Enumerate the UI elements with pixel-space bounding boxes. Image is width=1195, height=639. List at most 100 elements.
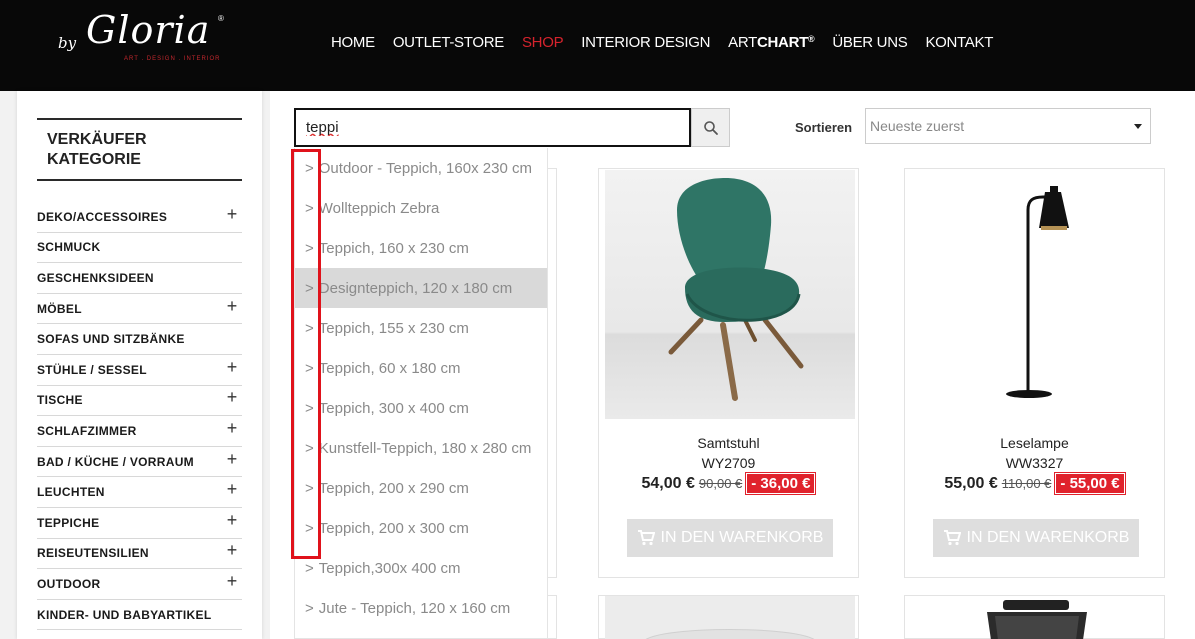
suggestion-label: Wollteppich Zebra	[318, 199, 440, 217]
suggestion-prefix: >	[305, 319, 314, 337]
product-sku: WW3327	[1005, 455, 1064, 471]
add-to-cart-label: IN DEN WARENKORB	[660, 529, 824, 546]
category-item[interactable]: STÜHLE / SESSEL +	[37, 355, 242, 386]
product-name[interactable]: Samtstuhl	[599, 435, 858, 451]
category-label: REISEUTENSILIEN	[37, 546, 149, 561]
suggestion-prefix: >	[305, 239, 314, 257]
suggestion-prefix: >	[305, 279, 314, 297]
suggestion-label: Teppich, 60 x 180 cm	[318, 359, 461, 377]
product-card[interactable]: Samtstuhl WY2709 54,00 € 90,00 € - 36,00…	[598, 168, 859, 578]
suggestion-item[interactable]: > Teppich, 60 x 180 cm	[295, 348, 547, 388]
logo-tagline: ART . DESIGN . INTERIOR	[124, 56, 221, 62]
expand-icon[interactable]: +	[222, 205, 242, 223]
discount-badge: - 55,00 €	[1054, 472, 1126, 495]
chair-image	[668, 178, 804, 401]
category-label: SCHMUCK	[37, 240, 101, 255]
suggestion-item[interactable]: > Teppich, 160 x 230 cm	[295, 228, 547, 268]
nav-ueber-uns[interactable]: ÜBER UNS	[832, 34, 907, 52]
suggestion-item[interactable]: > Teppich, 300 x 400 cm	[295, 388, 547, 428]
suggestion-prefix: >	[305, 399, 314, 417]
suggestion-label: Teppich, 200 x 300 cm	[318, 519, 469, 537]
logo-reg: ®	[218, 14, 224, 23]
add-to-cart-button[interactable]: IN DEN WARENKORB	[627, 519, 833, 557]
category-item[interactable]: DEKO/ACCESSOIRES +	[37, 202, 242, 233]
expand-icon[interactable]: +	[222, 541, 242, 559]
category-title: VERKÄUFER KATEGORIE	[47, 131, 147, 168]
suggestion-item-highlighted[interactable]: > Designteppich, 120 x 180 cm	[295, 268, 547, 308]
expand-icon[interactable]: +	[222, 419, 242, 437]
category-label: DEKO/ACCESSOIRES	[37, 209, 168, 224]
category-item[interactable]: SOFAS UND SITZBÄNKE	[37, 324, 242, 355]
expand-icon[interactable]: +	[222, 388, 242, 406]
nav-shop[interactable]: SHOP	[522, 34, 564, 52]
nav-home[interactable]: HOME	[331, 34, 375, 52]
category-item[interactable]: BAD / KÜCHE / VORRAUM +	[37, 447, 242, 478]
nav-outlet-store[interactable]: OUTLET-STORE	[393, 34, 504, 52]
expand-icon[interactable]: +	[222, 480, 242, 498]
suggestion-label: Designteppich, 120 x 180 cm	[318, 279, 513, 297]
price-row: 55,00 € 110,00 € - 55,00 €	[905, 472, 1164, 495]
search-input[interactable]	[296, 110, 689, 145]
suggestion-prefix: >	[305, 439, 314, 457]
suggestion-item[interactable]: > Wollteppich Zebra	[295, 188, 547, 228]
product-card[interactable]	[598, 595, 859, 639]
expand-icon[interactable]: +	[222, 450, 242, 468]
nav-artchart-a: ART	[728, 34, 757, 51]
price-old: 90,00 €	[698, 476, 743, 491]
search-button[interactable]	[691, 108, 730, 147]
nav-interior-design[interactable]: INTERIOR DESIGN	[581, 34, 710, 52]
category-item[interactable]: GESCHENKSIDEEN	[37, 263, 242, 294]
category-item[interactable]: TISCHE +	[37, 386, 242, 417]
category-item[interactable]: LEUCHTEN +	[37, 477, 242, 508]
suggestion-item[interactable]: > Teppich, 200 x 300 cm	[295, 508, 547, 548]
discount-badge: - 36,00 €	[745, 472, 817, 495]
nav-artchart-sup: ®	[807, 34, 815, 44]
logo[interactable]: by Gloria ® ART . DESIGN . INTERIOR	[52, 8, 232, 70]
suggestion-item[interactable]: > Teppich,300x 400 cm	[295, 548, 547, 588]
category-item[interactable]: OUTDOOR +	[37, 569, 242, 600]
suggestion-label: Teppich, 155 x 230 cm	[318, 319, 469, 337]
product-image-chair[interactable]	[605, 170, 855, 419]
suggestion-label: Jute - Teppich, 120 x 160 cm	[318, 599, 511, 617]
expand-icon[interactable]: +	[222, 572, 242, 590]
category-label: GESCHENKSIDEEN	[37, 270, 154, 285]
category-item[interactable]: REISEUTENSILIEN +	[37, 539, 242, 570]
category-item[interactable]: SCHLAFZIMMER +	[37, 416, 242, 447]
category-item[interactable]: KINDER- UND BABYARTIKEL	[37, 600, 242, 631]
sort-select[interactable]: Neueste zuerst	[865, 108, 1151, 144]
product-card[interactable]	[904, 595, 1165, 639]
cart-icon	[943, 530, 961, 546]
category-item[interactable]: SCHMUCK	[37, 233, 242, 264]
nav-kontakt[interactable]: KONTAKT	[925, 34, 993, 52]
logo-by: by	[58, 34, 77, 52]
add-to-cart-label: IN DEN WARENKORB	[966, 529, 1130, 546]
logo-name: Gloria	[86, 8, 211, 52]
suggestion-prefix: >	[305, 199, 314, 217]
suggestion-item[interactable]: > Kunstfell-Teppich, 180 x 280 cm	[295, 428, 547, 468]
main-nav: HOME OUTLET-STORE SHOP INTERIOR DESIGN A…	[331, 34, 1011, 52]
category-label: BAD / KÜCHE / VORRAUM	[37, 454, 194, 469]
suggestion-item[interactable]: > Jute - Teppich, 120 x 160 cm	[295, 588, 547, 628]
product-card-obscured	[548, 595, 557, 639]
price-current: 54,00 €	[641, 474, 695, 492]
category-label: MÖBEL	[37, 301, 82, 316]
suggestion-item[interactable]: > Teppich, 200 x 290 cm	[295, 468, 547, 508]
product-image-lamp[interactable]	[911, 170, 1161, 419]
category-item[interactable]: MÖBEL +	[37, 294, 242, 325]
expand-icon[interactable]: +	[222, 358, 242, 376]
nav-artchart-b: CHART	[756, 34, 808, 51]
suggestion-item[interactable]: > Outdoor - Teppich, 160x 230 cm	[295, 148, 547, 188]
category-item[interactable]: TEPPICHE +	[37, 508, 242, 539]
expand-icon[interactable]: +	[222, 511, 242, 529]
product-name[interactable]: Leselampe	[905, 435, 1164, 451]
suggestion-prefix: >	[305, 359, 314, 377]
nav-artchart[interactable]: ARTCHART®	[728, 34, 815, 52]
product-sku: WY2709	[701, 455, 756, 471]
add-to-cart-button[interactable]: IN DEN WARENKORB	[933, 519, 1139, 557]
product-card[interactable]: Leselampe WW3327 55,00 € 110,00 € - 55,0…	[904, 168, 1165, 578]
suggestion-prefix: >	[305, 479, 314, 497]
suggestion-item[interactable]: > Teppich, 155 x 230 cm	[295, 308, 547, 348]
expand-icon[interactable]: +	[222, 297, 242, 315]
suggestion-prefix: >	[305, 559, 314, 577]
search-box[interactable]	[294, 108, 691, 147]
